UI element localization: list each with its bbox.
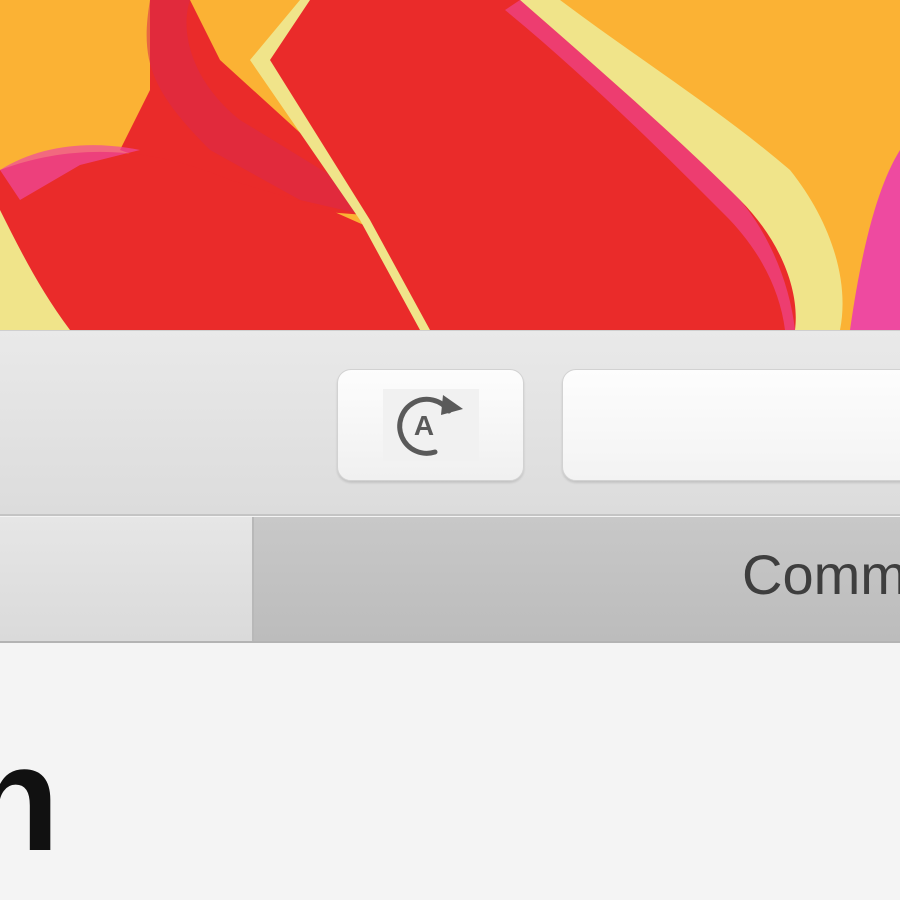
circular-arrow-a-icon: A (396, 395, 463, 456)
tab-bar: Comm (0, 517, 900, 643)
content-heading-fragment: n (0, 714, 60, 882)
toolbar: A (0, 330, 900, 516)
search-input[interactable] (562, 369, 900, 481)
content-area: n (0, 645, 900, 900)
tab-first[interactable] (0, 517, 254, 641)
desktop-wallpaper (0, 0, 900, 330)
auto-rotate-button[interactable]: A (337, 369, 524, 481)
icon-backdrop: A (382, 389, 479, 461)
tab-comm[interactable]: Comm (254, 517, 900, 641)
icon-letter: A (413, 410, 433, 441)
tulip-wallpaper-image (0, 0, 900, 330)
tab-comm-label: Comm (742, 543, 900, 606)
